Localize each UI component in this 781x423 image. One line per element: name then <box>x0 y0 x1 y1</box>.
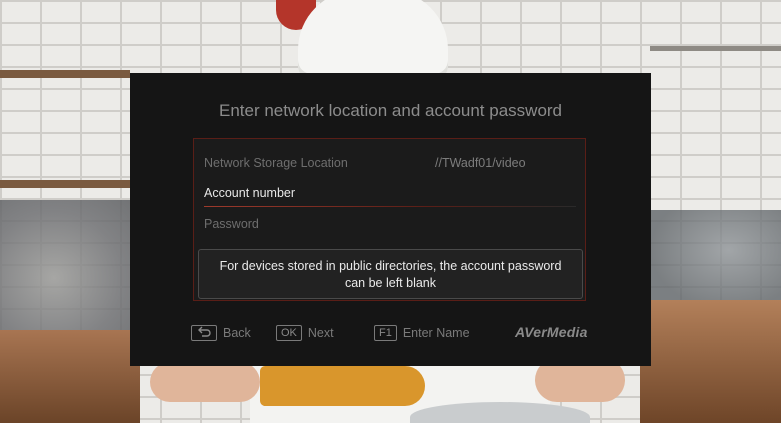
key-hints-bar: Back OK Next F1 Enter Name AVerMedia <box>130 324 651 345</box>
kitchen-equipment <box>650 210 781 310</box>
dialog-title: Enter network location and account passw… <box>218 101 563 120</box>
counter <box>0 330 140 423</box>
next-button[interactable]: OK Next <box>276 325 334 341</box>
counter <box>640 300 781 423</box>
password-field[interactable]: Password <box>204 217 259 231</box>
storage-location-value: //TWadf01/video <box>435 156 526 170</box>
focus-underline <box>204 206 576 207</box>
shelf <box>650 46 781 51</box>
storage-location-field[interactable]: Network Storage Location <box>204 156 348 170</box>
back-button[interactable]: Back <box>191 325 251 341</box>
info-text-line1: For devices stored in public directories… <box>219 259 562 273</box>
enter-name-button[interactable]: F1 Enter Name <box>374 325 470 341</box>
f1-key: F1 <box>374 325 397 341</box>
chef-hat <box>298 0 448 80</box>
network-login-dialog: Enter network location and account passw… <box>130 73 651 366</box>
enter-name-label: Enter Name <box>402 326 470 340</box>
chef-arm <box>150 362 260 402</box>
kitchen-equipment <box>0 200 135 330</box>
info-message: For devices stored in public directories… <box>198 249 583 299</box>
back-label: Back <box>223 326 251 340</box>
next-label: Next <box>307 326 334 340</box>
credentials-form: Network Storage Location //TWadf01/video… <box>193 138 586 301</box>
wooden-spatula <box>260 366 425 406</box>
shelf <box>0 70 130 78</box>
account-number-field[interactable]: Account number <box>204 186 295 200</box>
avermedia-logo: AVerMedia <box>515 324 588 340</box>
ok-key: OK <box>276 325 302 341</box>
info-text-line2: can be left blank <box>344 276 437 290</box>
return-arrow-icon <box>191 325 217 341</box>
shelf <box>0 180 130 188</box>
